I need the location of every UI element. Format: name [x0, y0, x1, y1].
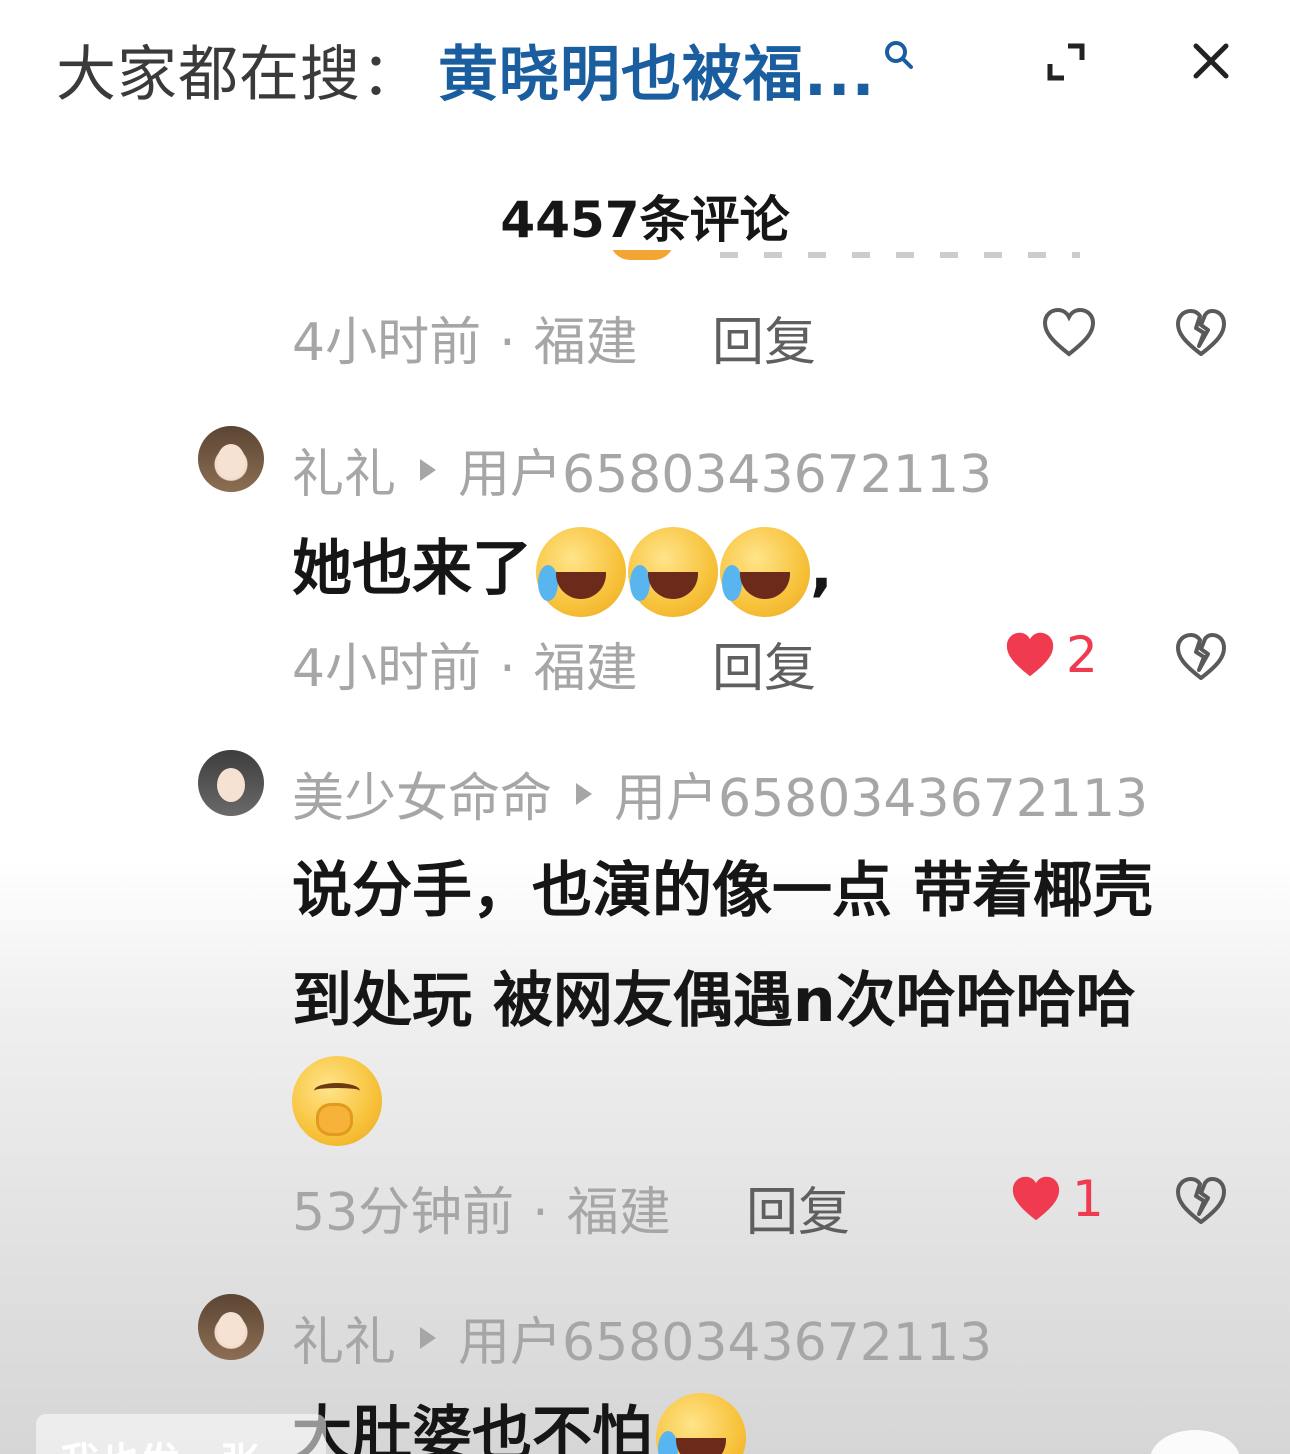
comment-text-line: 到处玩 被网友偶遇n次哈哈哈哈: [292, 966, 1136, 1036]
comment-text: 大肚婆也不怕: [292, 1386, 746, 1454]
heart-filled-icon: [1012, 1176, 1060, 1221]
comment-meta: 4小时前 · 福建: [292, 313, 638, 373]
reply-to-username[interactable]: 用户6580343672113: [614, 756, 1148, 831]
username[interactable]: 礼礼: [292, 432, 396, 507]
comment-user-line: 礼礼 用户6580343672113: [292, 432, 992, 507]
close-icon[interactable]: [1190, 40, 1232, 82]
clipped-previous-comment: [300, 250, 1100, 264]
laughing-tears-emoji-icon: [656, 1393, 746, 1454]
expand-icon[interactable]: [1044, 40, 1088, 84]
laughing-tears-emoji-icon: [628, 527, 718, 618]
reply-to-username[interactable]: 用户6580343672113: [458, 432, 992, 507]
comment-location: 福建: [533, 313, 638, 373]
avatar[interactable]: [198, 1294, 264, 1360]
comment-text-suffix: ,: [810, 534, 833, 604]
shy-smile-emoji-icon: [292, 1056, 382, 1146]
username[interactable]: 礼礼: [292, 1300, 396, 1375]
comment-time: 4小时前: [292, 313, 482, 373]
reply-arrow-icon: [420, 458, 437, 481]
reply-button[interactable]: 回复: [712, 300, 816, 375]
reply-to-username[interactable]: 用户6580343672113: [458, 1300, 992, 1375]
username[interactable]: 美少女命命: [292, 756, 552, 831]
heart-filled-icon: [1006, 632, 1054, 677]
comments-page: 大家都在搜： 黄晓明也被福... 4457条评论 4小时前·福建 回复 礼礼: [0, 0, 1290, 1454]
laughing-tears-emoji-icon: [536, 527, 626, 618]
reply-button[interactable]: 回复: [746, 1170, 850, 1245]
comment-meta: 4小时前 · 福建: [292, 639, 638, 699]
comment-meta: 53分钟前 · 福建: [292, 1183, 671, 1243]
comment-user-line: 美少女命命 用户6580343672113: [292, 756, 1148, 831]
comment-text-body: 大肚婆也不怕: [292, 1400, 652, 1454]
like-button[interactable]: 2: [1004, 626, 1098, 684]
like-button[interactable]: 1: [1010, 1170, 1104, 1228]
comment-text: 她也来了,: [292, 520, 833, 618]
comment-time: 53分钟前: [292, 1183, 515, 1243]
comment-user-line: 礼礼 用户6580343672113: [292, 1300, 992, 1375]
dislike-icon[interactable]: [1174, 1174, 1228, 1228]
comment-location: 福建: [533, 639, 638, 699]
comment-input-placeholder[interactable]: 我也发一张: [60, 1430, 260, 1454]
reply-arrow-icon: [420, 1326, 437, 1349]
reply-button[interactable]: 回复: [712, 626, 816, 701]
comment-text-body: 她也来了: [292, 534, 532, 604]
emoji-button-icon[interactable]: [1150, 1430, 1240, 1454]
avatar[interactable]: [198, 750, 264, 816]
comment-text-line: 说分手，也演的像一点 带着椰壳: [292, 856, 1153, 926]
like-count: 1: [1072, 1170, 1104, 1228]
like-outline-icon[interactable]: [1041, 306, 1097, 360]
reply-arrow-icon: [576, 782, 593, 805]
avatar[interactable]: [198, 426, 264, 492]
like-count: 2: [1066, 626, 1098, 684]
search-term-link[interactable]: 黄晓明也被福...: [438, 26, 875, 113]
laughing-tears-emoji-icon: [720, 527, 810, 618]
search-bar[interactable]: 大家都在搜： 黄晓明也被福...: [0, 0, 1290, 125]
dislike-icon[interactable]: [1174, 306, 1228, 360]
comment-count-title: 4457条评论: [500, 191, 790, 249]
search-icon[interactable]: [882, 38, 916, 72]
comment-time: 4小时前: [292, 639, 482, 699]
dislike-icon[interactable]: [1174, 630, 1228, 684]
search-prefix: 大家都在搜：: [56, 40, 422, 110]
comment-location: 福建: [566, 1183, 671, 1243]
